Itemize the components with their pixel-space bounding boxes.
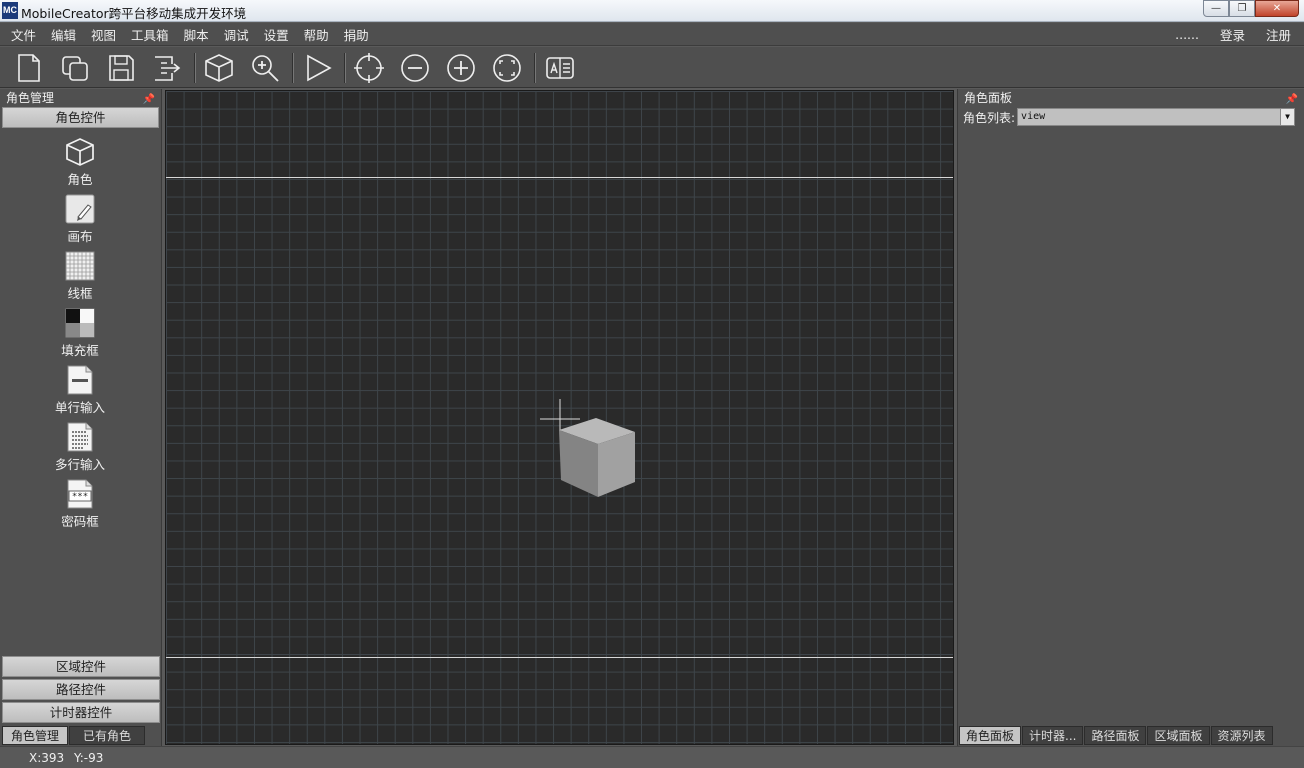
menu-more[interactable]: ...... [1165, 27, 1209, 42]
single-line-input-icon [64, 364, 96, 396]
tab-role-panel[interactable]: 角色面板 [959, 726, 1022, 745]
cube-tool-icon[interactable] [202, 51, 236, 85]
cursor-coordinates: X:393 Y:-93 [29, 751, 103, 765]
menu-donate[interactable]: 捐助 [337, 25, 376, 44]
tool-label: 密码框 [61, 514, 99, 529]
new-file-icon[interactable] [12, 51, 46, 85]
pin-icon[interactable]: 📌 [1286, 91, 1298, 109]
tool-multi-line-input[interactable]: 多行输入 [40, 421, 120, 473]
minimize-button[interactable]: — [1203, 0, 1229, 17]
section-path-controls[interactable]: 路径控件 [2, 679, 160, 700]
role-list-select[interactable]: view ▼ [1017, 108, 1296, 126]
tool-single-line-input[interactable]: 单行输入 [40, 364, 120, 416]
role-list-label: 角色列表: [963, 110, 1016, 125]
password-box-icon: *** [64, 478, 96, 510]
fill-frame-icon [64, 307, 96, 339]
window-title: MobileCreator跨平台移动集成开发环境 [21, 6, 247, 21]
y-coordinate: Y:-93 [74, 751, 104, 765]
tab-region-panel[interactable]: 区域面板 [1147, 726, 1210, 745]
menu-file[interactable]: 文件 [4, 25, 43, 44]
menu-toolbox[interactable]: 工具箱 [124, 25, 176, 44]
left-panel-tabs: 角色管理 已有角色 [0, 726, 162, 746]
export-icon[interactable] [150, 51, 184, 85]
canvas-icon [64, 193, 96, 225]
role-property-panel: 角色面板 📌 角色列表: view ▼ 角色面板 计时器... 路径面板 区域面… [957, 89, 1304, 746]
section-region-controls[interactable]: 区域控件 [2, 656, 160, 677]
tool-password-box[interactable]: *** 密码框 [40, 478, 120, 530]
section-timer-controls[interactable]: 计时器控件 [2, 702, 160, 723]
tool-role[interactable]: 角色 [40, 136, 120, 188]
pin-icon[interactable]: 📌 [143, 91, 155, 109]
register-link[interactable]: 注册 [1256, 25, 1301, 44]
screen-top-boundary [166, 177, 953, 178]
panel-title: 角色面板 📌 [958, 89, 1304, 107]
tool-canvas[interactable]: 画布 [40, 193, 120, 245]
multi-line-input-icon [64, 421, 96, 453]
app-logo-icon: MC [2, 2, 18, 19]
tab-role-management[interactable]: 角色管理 [2, 726, 69, 745]
tab-path-panel[interactable]: 路径面板 [1084, 726, 1147, 745]
tool-label: 单行输入 [54, 400, 105, 415]
open-icon[interactable] [58, 51, 92, 85]
tab-resource-list[interactable]: 资源列表 [1210, 726, 1273, 745]
menu-view[interactable]: 视图 [84, 25, 123, 44]
crosshair-icon[interactable] [352, 51, 386, 85]
play-icon[interactable] [301, 51, 335, 85]
chevron-down-icon[interactable]: ▼ [1280, 109, 1295, 125]
toolbar [0, 47, 1304, 88]
tool-fill-frame[interactable]: 填充框 [40, 307, 120, 359]
title-bar: MC MobileCreator跨平台移动集成开发环境 — ❐ ✕ [0, 0, 1304, 22]
panel-title: 角色管理 📌 [0, 89, 161, 107]
tool-list: 角色 画布 线框 填充框 单行输入 多行输入 *** 密码框 [0, 128, 161, 668]
zoom-in-icon[interactable] [444, 51, 478, 85]
password-glyph: *** [72, 492, 88, 502]
section-role-controls[interactable]: 角色控件 [2, 107, 159, 128]
tab-existing-roles[interactable]: 已有角色 [69, 726, 146, 745]
tool-wireframe[interactable]: 线框 [40, 250, 120, 302]
role-management-panel: 角色管理 📌 角色控件 角色 画布 线框 填充框 单行输入 多行输入 *** 密… [0, 89, 162, 746]
fit-screen-icon[interactable] [490, 51, 524, 85]
zoom-out-icon[interactable] [398, 51, 432, 85]
menu-debug[interactable]: 调试 [217, 25, 256, 44]
role-cube[interactable] [538, 396, 638, 501]
close-button[interactable]: ✕ [1255, 0, 1299, 17]
role-list-value: view [1021, 111, 1046, 122]
save-icon[interactable] [104, 51, 138, 85]
status-bar: X:393 Y:-93 [0, 746, 1304, 768]
menu-help[interactable]: 帮助 [297, 25, 336, 44]
menu-script[interactable]: 脚本 [177, 25, 216, 44]
app-window: MC MobileCreator跨平台移动集成开发环境 — ❐ ✕ 文件 编辑 … [0, 0, 1304, 768]
zoom-search-icon[interactable] [248, 51, 282, 85]
wireframe-icon [64, 250, 96, 282]
x-coordinate: X:393 [29, 751, 65, 765]
menu-bar: 文件 编辑 视图 工具箱 脚本 调试 设置 帮助 捐助 ...... 登录 注册 [0, 23, 1304, 46]
screen-bottom-boundary [166, 657, 953, 658]
restore-button[interactable]: ❐ [1229, 0, 1255, 17]
login-link[interactable]: 登录 [1210, 25, 1255, 44]
right-panel-tabs: 角色面板 计时器... 路径面板 区域面板 资源列表 [959, 726, 1304, 746]
tool-label: 多行输入 [54, 457, 105, 472]
tool-label: 线框 [67, 286, 93, 301]
menu-settings[interactable]: 设置 [257, 25, 296, 44]
tab-timer[interactable]: 计时器... [1022, 726, 1084, 745]
resource-icon[interactable] [543, 51, 577, 85]
cube-icon [64, 136, 96, 168]
menu-edit[interactable]: 编辑 [44, 25, 83, 44]
tool-label: 画布 [67, 229, 93, 244]
tool-label: 填充框 [61, 343, 99, 358]
left-panel-title: 角色管理 [6, 91, 55, 105]
design-canvas[interactable] [165, 90, 954, 745]
right-panel-title: 角色面板 [964, 91, 1013, 105]
tool-label: 角色 [67, 172, 93, 187]
